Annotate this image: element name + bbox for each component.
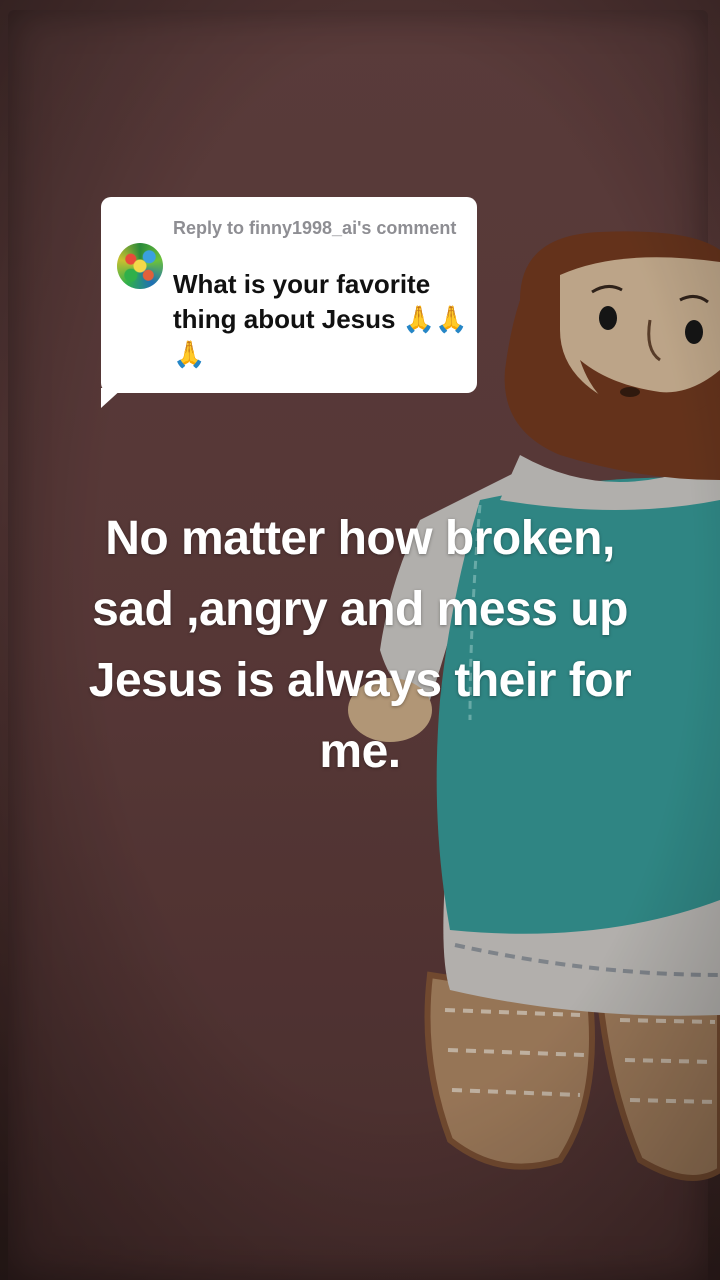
reply-header: Reply to finny1998_ai's comment [173, 218, 457, 238]
commenter-avatar[interactable] [117, 243, 163, 289]
video-frame[interactable]: Reply to finny1998_ai's comment What is … [0, 0, 720, 1280]
reply-bubble-tail [101, 388, 123, 408]
reply-comment-text: What is your favorite thing about Jesus … [173, 269, 468, 369]
reply-comment-bubble[interactable]: Reply to finny1998_ai's comment What is … [101, 197, 477, 393]
video-caption: No matter how broken, sad ,angry and mes… [88, 512, 632, 778]
